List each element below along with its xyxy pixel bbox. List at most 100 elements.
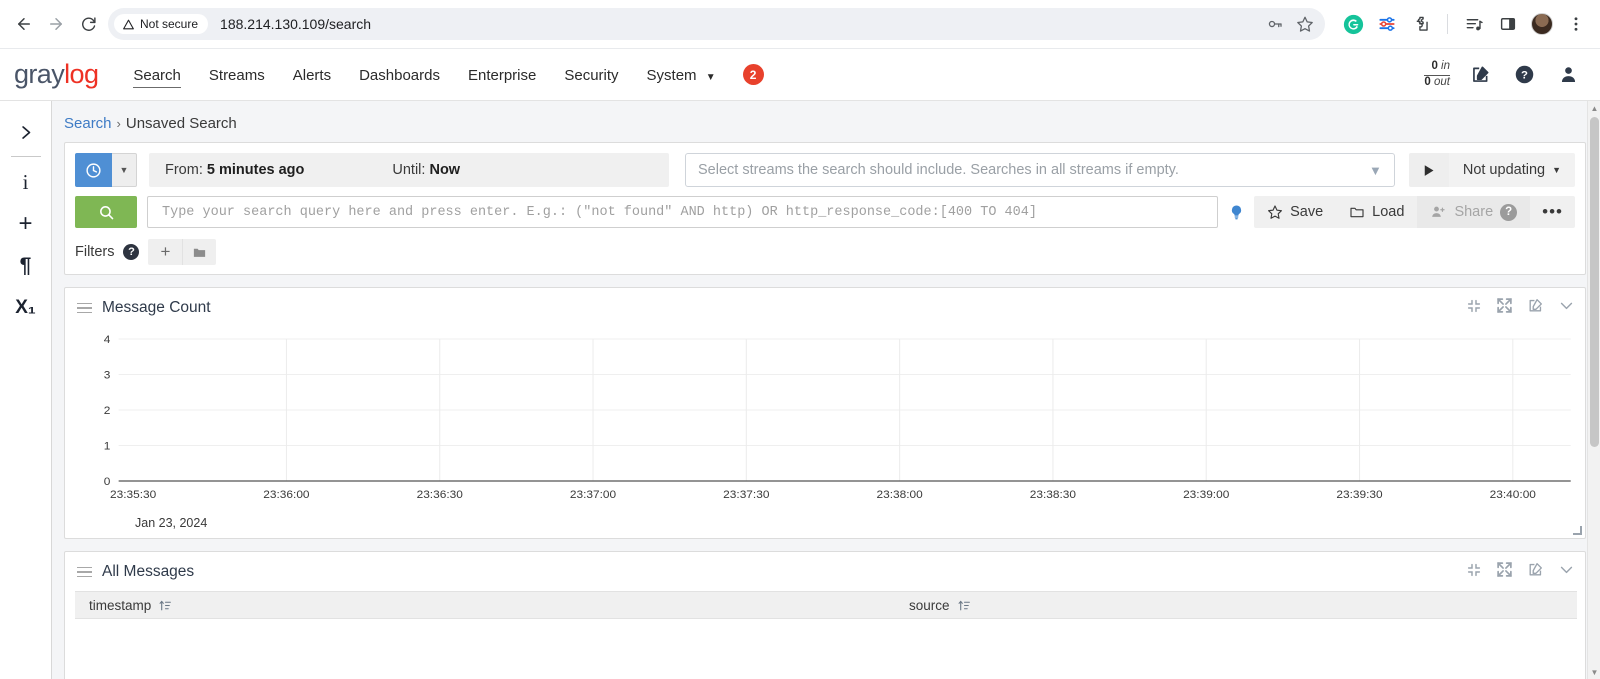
collapse-inward-icon[interactable] — [1466, 298, 1482, 319]
three-dot-menu-icon[interactable] — [1562, 10, 1590, 38]
fullscreen-expand-icon[interactable] — [1496, 561, 1513, 583]
sidebar-item-fields[interactable]: X₁ — [6, 287, 46, 329]
throughput-out-label: out — [1434, 76, 1450, 88]
more-actions-button[interactable]: ••• — [1530, 196, 1575, 228]
nav-item-enterprise[interactable]: Enterprise — [455, 53, 549, 97]
nav-item-alerts[interactable]: Alerts — [280, 53, 344, 97]
url-text: 188.214.130.109/search — [220, 16, 371, 32]
timerange-from: From: 5 minutes ago — [165, 162, 304, 178]
timerange-until: Until: Now — [392, 162, 460, 178]
media-playlist-icon[interactable] — [1460, 10, 1488, 38]
address-bar[interactable]: Not secure 188.214.130.109/search — [108, 8, 1325, 40]
nav-item-system[interactable]: System ▼ — [634, 53, 729, 97]
widget-actions — [1466, 297, 1575, 319]
drag-handle-icon[interactable] — [77, 303, 92, 314]
chevron-down-icon[interactable] — [1558, 561, 1575, 583]
scrollbar-thumb[interactable] — [1590, 117, 1599, 447]
plus-icon[interactable]: + — [148, 239, 182, 265]
save-button[interactable]: Save — [1254, 196, 1336, 228]
message-count-chart: 01234 23:35:3023:36:0023:36:3023:37:0023… — [69, 329, 1579, 514]
sidebar-item-add-widget[interactable]: + — [6, 203, 46, 245]
chevron-down-icon[interactable] — [1558, 297, 1575, 319]
svg-text:23:40:00: 23:40:00 — [1490, 488, 1537, 501]
graylog-logo[interactable]: gray log — [14, 59, 98, 90]
scroll-up-arrow-icon[interactable]: ▲ — [1588, 101, 1600, 115]
load-button[interactable]: Load — [1336, 196, 1417, 228]
filter-extension-icon[interactable] — [1373, 10, 1401, 38]
security-status-chip[interactable]: Not secure — [114, 14, 208, 34]
refresh-status-dropdown[interactable]: Not updating ▼ — [1449, 153, 1575, 187]
collapse-inward-icon[interactable] — [1466, 562, 1482, 583]
help-circle-icon[interactable]: ? — [1510, 61, 1538, 89]
chevron-right-expand-icon[interactable] — [6, 111, 46, 153]
lightbulb-hint-icon[interactable] — [1218, 196, 1254, 228]
svg-text:23:38:30: 23:38:30 — [1030, 488, 1077, 501]
help-circle-icon[interactable]: ? — [1500, 204, 1517, 221]
widget-resize-handle[interactable] — [1573, 526, 1582, 535]
nav-item-security[interactable]: Security — [551, 53, 631, 97]
svg-text:23:39:00: 23:39:00 — [1183, 488, 1230, 501]
sidebar-item-info[interactable]: i — [6, 161, 46, 203]
svg-text:2: 2 — [104, 404, 111, 417]
search-query-row: Type your search query here and press en… — [75, 196, 1575, 228]
nav-item-streams[interactable]: Streams — [196, 53, 278, 97]
messages-table-header: timestamp source — [75, 591, 1577, 619]
password-key-icon[interactable] — [1261, 10, 1289, 38]
page-scrollbar[interactable]: ▲ ▼ — [1587, 101, 1600, 679]
share-button[interactable]: Share ? — [1417, 196, 1530, 228]
search-query-placeholder: Type your search query here and press en… — [162, 205, 1037, 220]
sidebar-item-messages[interactable]: ¶ — [6, 245, 46, 287]
stream-selector[interactable]: Select streams the search should include… — [685, 153, 1395, 187]
widget-header: Message Count — [65, 288, 1585, 325]
play-triangle-icon[interactable] — [1409, 153, 1449, 187]
nav-item-search[interactable]: Search — [120, 53, 194, 97]
breadcrumb-search-link[interactable]: Search — [64, 115, 112, 132]
svg-text:3: 3 — [104, 369, 111, 382]
search-query-input[interactable]: Type your search query here and press en… — [147, 196, 1218, 228]
until-value: Now — [429, 162, 460, 178]
widget-title: Message Count — [102, 299, 211, 317]
from-value: 5 minutes ago — [207, 162, 305, 178]
side-panel-icon[interactable] — [1494, 10, 1522, 38]
main-content-area: Search › Unsaved Search ▼ From: — [52, 101, 1600, 679]
edit-pencil-icon[interactable] — [1466, 61, 1494, 89]
left-sidebar: i + ¶ X₁ — [0, 101, 52, 679]
back-arrow-icon[interactable] — [8, 8, 40, 40]
nav-item-dashboards[interactable]: Dashboards — [346, 53, 453, 97]
reload-icon[interactable] — [72, 8, 104, 40]
refresh-status-label: Not updating — [1463, 162, 1545, 178]
extensions-puzzle-icon[interactable] — [1407, 10, 1435, 38]
timerange-dropdown-caret[interactable]: ▼ — [112, 153, 137, 187]
star-icon — [1267, 204, 1283, 220]
scroll-down-arrow-icon[interactable]: ▼ — [1588, 665, 1600, 679]
drag-handle-icon[interactable] — [77, 567, 92, 578]
notification-badge[interactable]: 2 — [743, 64, 764, 85]
magnifier-search-icon[interactable] — [75, 196, 137, 228]
edit-pencil-icon[interactable] — [1527, 561, 1544, 583]
fullscreen-expand-icon[interactable] — [1496, 297, 1513, 319]
chart-date-label: Jan 23, 2024 — [65, 514, 1585, 538]
user-account-icon[interactable] — [1554, 61, 1582, 89]
throughput-in-label: in — [1441, 60, 1450, 72]
column-header-source[interactable]: source — [909, 598, 971, 613]
clock-icon[interactable] — [75, 153, 112, 187]
help-circle-dark-icon[interactable]: ? — [123, 244, 139, 260]
forward-arrow-icon[interactable] — [40, 8, 72, 40]
folder-icon — [1349, 204, 1365, 220]
edit-pencil-icon[interactable] — [1527, 297, 1544, 319]
svg-text:23:39:30: 23:39:30 — [1336, 488, 1383, 501]
save-button-label: Save — [1290, 204, 1323, 220]
refresh-controls: Not updating ▼ — [1409, 153, 1575, 187]
share-button-label: Share — [1454, 204, 1493, 220]
profile-avatar-icon[interactable] — [1528, 10, 1556, 38]
star-icon[interactable] — [1291, 10, 1319, 38]
timerange-display[interactable]: From: 5 minutes ago Until: Now — [149, 153, 669, 187]
folder-icon[interactable] — [182, 239, 216, 265]
sort-icon — [958, 599, 971, 612]
search-actions-group: Save Load Share ? ••• — [1254, 196, 1575, 228]
until-label: Until: — [392, 162, 425, 178]
grammarly-extension-icon[interactable] — [1339, 10, 1367, 38]
extension-icons — [1331, 10, 1590, 38]
column-header-timestamp[interactable]: timestamp — [89, 598, 909, 613]
throughput-indicator: 0 in 0 out — [1424, 60, 1450, 88]
